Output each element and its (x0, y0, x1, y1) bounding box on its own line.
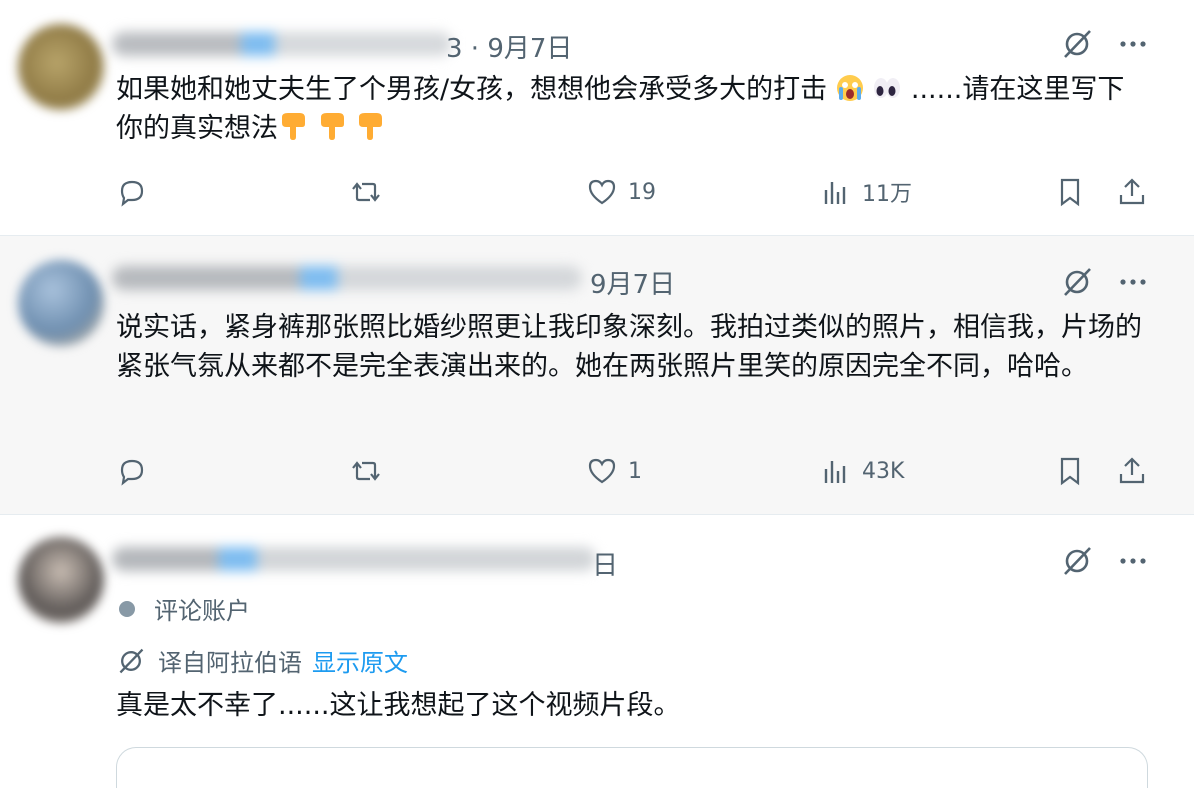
avatar[interactable] (18, 537, 104, 623)
crying-face-emoji (836, 75, 863, 101)
reply-icon (120, 459, 144, 486)
views-icon (824, 182, 846, 204)
eyes-emoji (874, 78, 901, 98)
media-card[interactable] (116, 747, 1148, 788)
reply-button[interactable] (116, 451, 148, 491)
retweet-icon (352, 461, 380, 481)
share-icon (1119, 178, 1145, 205)
like-button[interactable]: 19 (586, 172, 656, 212)
retweet-button[interactable] (350, 172, 382, 212)
share-button[interactable] (1116, 172, 1148, 212)
reply-icon (120, 180, 144, 207)
more-icon[interactable] (1116, 27, 1150, 61)
avatar[interactable] (18, 260, 104, 346)
retweet-button[interactable] (350, 451, 382, 491)
share-button[interactable] (1116, 451, 1148, 491)
action-bar: 1 43K (116, 451, 1156, 491)
tweet-2[interactable]: 9月7日 说实话，紧身裤那张照比婚纱照更让我印象深刻。我拍过类似的照片，相信我，… (0, 236, 1194, 515)
account-label: 评论账户 (154, 597, 250, 625)
grok-icon[interactable] (1060, 265, 1094, 299)
like-count: 1 (628, 458, 642, 484)
bookmark-button[interactable] (1054, 172, 1086, 212)
more-icon[interactable] (1116, 544, 1150, 578)
tweet-timestamp[interactable]: 3 · 9月7日 (446, 28, 572, 65)
tweet-1[interactable]: 3 · 9月7日 如果她和她丈夫生了个男孩/女孩，想想他会承受多大的打击 ...… (0, 0, 1194, 236)
heart-icon (588, 179, 616, 205)
author-name-blurred[interactable] (112, 266, 582, 290)
account-label-row: 评论账户 (116, 591, 250, 626)
bookmark-icon (1060, 457, 1080, 486)
author-name-blurred[interactable] (112, 547, 596, 571)
tweet-text: 如果她和她丈夫生了个男孩/女孩，想想他会承受多大的打击 ......请在这里写下… (116, 70, 1146, 148)
grok-icon (119, 648, 144, 673)
tweet-text: 说实话，紧身裤那张照比婚纱照更让我印象深刻。我拍过类似的照片，相信我，片场的紧张… (116, 312, 1142, 382)
views-icon (824, 461, 846, 483)
bookmark-icon (1060, 178, 1080, 207)
views-count: 43K (862, 458, 905, 484)
translation-row: 译自阿拉伯语 显示原文 (116, 643, 408, 678)
like-count: 19 (628, 179, 656, 205)
share-icon (1119, 457, 1145, 484)
reply-button[interactable] (116, 172, 148, 212)
pointing-down-emoji (320, 113, 344, 140)
grok-icon[interactable] (1060, 544, 1094, 578)
heart-icon (588, 458, 616, 484)
account-badge-icon (119, 600, 135, 617)
retweet-icon (352, 182, 380, 202)
pointing-down-emoji (359, 113, 383, 140)
grok-icon[interactable] (1060, 27, 1094, 61)
pointing-down-emoji (282, 113, 305, 140)
author-name-blurred[interactable] (112, 32, 452, 56)
tweet-timestamp[interactable]: 9月7日 (590, 264, 675, 301)
more-icon[interactable] (1116, 265, 1150, 299)
views-button[interactable]: 11万 (820, 172, 912, 212)
action-bar: 19 11万 (116, 172, 1156, 212)
views-button[interactable]: 43K (820, 451, 904, 491)
tweet-3[interactable]: 日 评论账户 译自阿拉伯语 显示原文 真是太不幸了......这让我想起了这个视… (0, 515, 1194, 788)
views-count: 11万 (862, 182, 912, 207)
tweet-timestamp[interactable]: 日 (592, 545, 618, 582)
show-original-link[interactable]: 显示原文 (312, 643, 408, 678)
bookmark-button[interactable] (1054, 451, 1086, 491)
tweet-text: 真是太不幸了......这让我想起了这个视频片段。 (116, 690, 681, 721)
tweet-text-main: 如果她和她丈夫生了个男孩/女孩，想想他会承受多大的打击 (116, 74, 828, 105)
avatar[interactable] (18, 24, 104, 110)
like-button[interactable]: 1 (586, 451, 642, 491)
translated-from-label: 译自阿拉伯语 (158, 649, 302, 677)
